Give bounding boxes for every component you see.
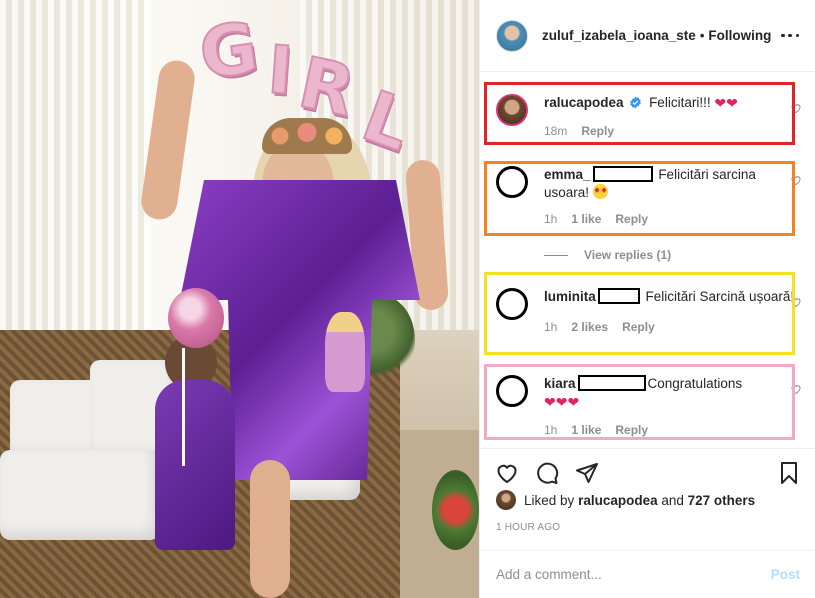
leg (250, 460, 290, 598)
owner-username[interactable]: zuluf_izabela_ioana_ste (542, 28, 696, 43)
following-button[interactable]: Following (708, 28, 771, 43)
view-replies-button[interactable]: View replies (1) (544, 248, 671, 262)
post-header: zuluf_izabela_ioana_ste • Following (480, 0, 815, 72)
curtain-left (0, 0, 150, 330)
liker-avatar[interactable] (496, 490, 516, 510)
flower-crown (262, 118, 352, 154)
likes-summary: Liked by ralucapodea and 727 others (496, 490, 755, 510)
comment-bubble-icon[interactable] (534, 460, 560, 486)
highlight-box-pink (484, 364, 795, 440)
comment-input[interactable]: Add a comment... (496, 567, 602, 582)
highlight-box-yellow (484, 272, 795, 355)
bookmark-icon[interactable] (776, 460, 802, 486)
view-replies-label: View replies (1) (584, 248, 672, 262)
balloon-stick (182, 348, 185, 466)
add-comment-bar: Add a comment... Post (480, 550, 815, 598)
child-robe (155, 380, 235, 550)
cushion (0, 450, 160, 540)
likes-others-count[interactable]: 727 others (688, 493, 756, 508)
likes-prefix: Liked by (524, 492, 575, 508)
likes-connector: and (661, 492, 684, 508)
more-options-icon[interactable] (781, 27, 799, 45)
share-send-icon[interactable] (574, 460, 600, 486)
flower-pot (432, 470, 479, 550)
post-photo[interactable]: G I R L (0, 0, 479, 598)
highlight-box-orange (484, 161, 795, 236)
post-comment-button[interactable]: Post (771, 567, 800, 582)
balloon-letter: G (194, 5, 264, 96)
doll (325, 312, 365, 392)
heart-balloon (168, 288, 224, 348)
post-timestamp[interactable]: 1 HOUR AGO (496, 522, 560, 533)
highlight-box-red (484, 82, 795, 145)
header-separator: • (699, 28, 705, 43)
liker-username[interactable]: ralucapodea (578, 493, 658, 508)
owner-avatar[interactable] (496, 19, 528, 52)
post-action-bar (480, 448, 815, 488)
like-heart-icon[interactable] (494, 460, 520, 486)
replies-divider-line (544, 254, 568, 256)
balloon-letter: I (264, 30, 296, 111)
